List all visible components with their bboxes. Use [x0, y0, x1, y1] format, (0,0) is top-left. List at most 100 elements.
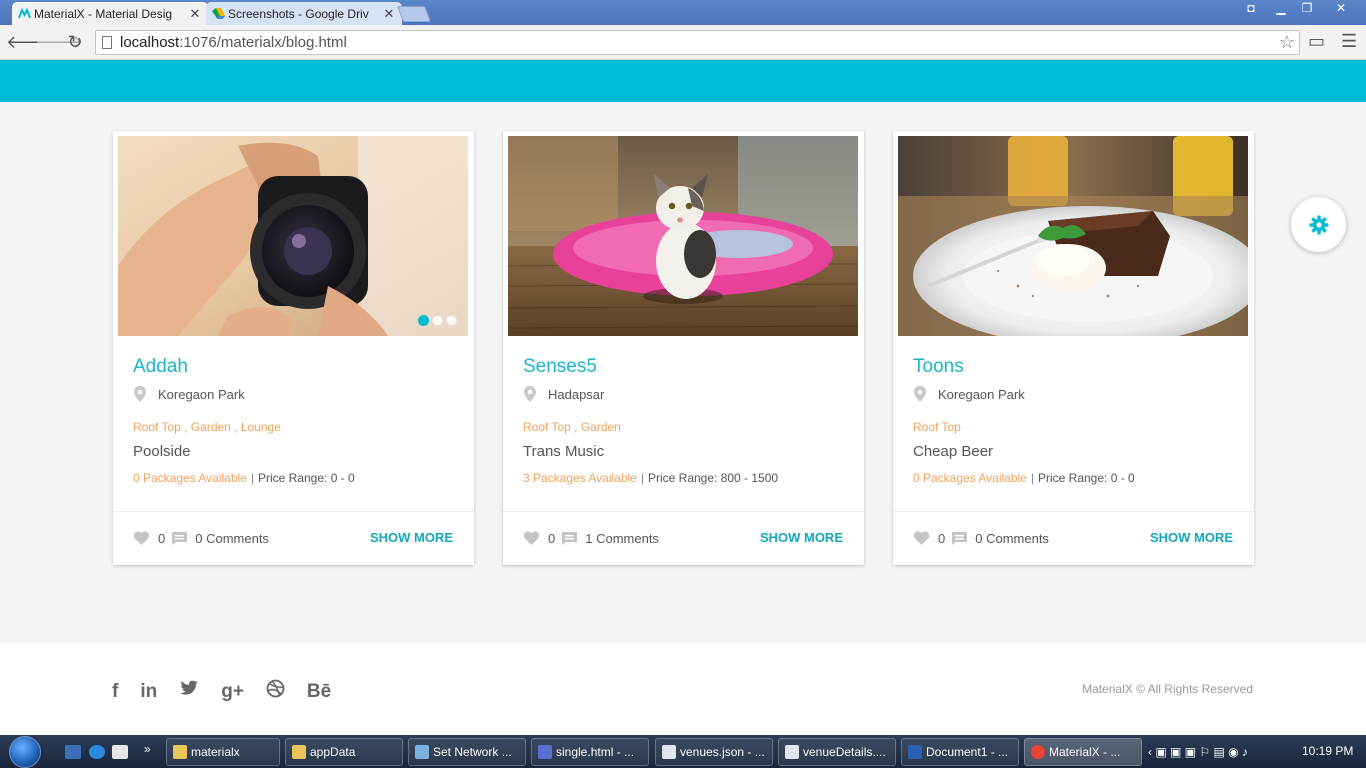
linkedin-icon[interactable]: in: [140, 681, 157, 703]
venue-tags: Roof Top , Garden: [523, 420, 621, 434]
taskbar-item-network[interactable]: Set Network ...: [408, 738, 526, 766]
new-tab-button[interactable]: [397, 6, 431, 22]
venue-subtitle: Cheap Beer: [913, 443, 994, 460]
internet-explorer-icon[interactable]: [89, 745, 105, 759]
comment-icon[interactable]: [561, 531, 578, 546]
back-icon[interactable]: 🡐: [6, 32, 54, 54]
comment-count[interactable]: 1 Comments: [585, 531, 659, 546]
card-title[interactable]: Senses5: [523, 356, 597, 378]
profile-icon[interactable]: ◘: [1238, 0, 1264, 18]
venue-card: Toons Koregaon Park Roof Top Cheap Beer …: [893, 131, 1254, 565]
minimize-button[interactable]: ▁: [1268, 0, 1294, 18]
show-more-button[interactable]: SHOW MORE: [760, 530, 843, 545]
price-range: Price Range: 0 - 0: [257, 471, 355, 485]
kitten-photo: [508, 136, 858, 336]
heart-icon[interactable]: [523, 530, 540, 546]
system-tray[interactable]: ‹ ▣ ▣ ▣ ⚐ ▤ ◉ ♪: [1148, 745, 1248, 759]
divider: [893, 511, 1254, 512]
card-title[interactable]: Addah: [133, 356, 188, 378]
task-label: MaterialX - ...: [1049, 745, 1121, 759]
venue-tags: Roof Top: [913, 420, 961, 434]
taskbar-item-document1[interactable]: Document1 - ...: [901, 738, 1019, 766]
tab-title: MaterialX - Material Desig: [34, 6, 173, 21]
packages-link[interactable]: 0 Packages Available: [913, 471, 1027, 485]
taskbar-item-venuedetails[interactable]: venueDetails....: [778, 738, 896, 766]
task-label: Document1 - ...: [926, 745, 1009, 759]
card-actions: 0 0 Comments SHOW MORE: [913, 526, 1233, 550]
facebook-icon[interactable]: f: [112, 681, 118, 703]
reload-icon[interactable]: ↻: [64, 32, 86, 54]
packages-link[interactable]: 0 Packages Available: [133, 471, 247, 485]
task-label: appData: [310, 745, 356, 759]
folder-icon: [292, 745, 306, 759]
url-host: localhost: [120, 34, 180, 51]
separator: |: [250, 471, 254, 485]
comment-count[interactable]: 0 Comments: [975, 531, 1049, 546]
card-image-cake[interactable]: [898, 136, 1248, 336]
camera-photo: [118, 136, 468, 336]
close-window-button[interactable]: ✕: [1326, 0, 1356, 18]
quicklaunch-icon[interactable]: [112, 745, 128, 759]
card-image-camera[interactable]: [118, 136, 468, 336]
carousel-dot[interactable]: [432, 315, 443, 326]
twitter-icon[interactable]: [179, 680, 199, 703]
copyright-text: MaterialX © All Rights Reserved: [1082, 682, 1253, 696]
address-bar[interactable]: localhost:1076/materialx/blog.html ☆: [95, 30, 1300, 55]
settings-button[interactable]: [1291, 197, 1346, 252]
packages-link[interactable]: 3 Packages Available: [523, 471, 637, 485]
browser-toolbar: 🡐 🡒 ↻ localhost:1076/materialx/blog.html…: [0, 25, 1366, 60]
tab-materialx[interactable]: MaterialX - Material Desig ✕: [12, 2, 208, 25]
carousel-dot[interactable]: [418, 315, 429, 326]
behance-icon[interactable]: Bē: [307, 681, 331, 703]
show-desktop-icon[interactable]: [65, 745, 81, 759]
card-title[interactable]: Toons: [913, 356, 964, 378]
package-info: 0 Packages Available | Price Range: 0 - 0: [913, 471, 1135, 485]
taskbar-item-venues-json[interactable]: venues.json - ...: [655, 738, 773, 766]
heart-icon[interactable]: [913, 530, 930, 546]
divider: [503, 511, 864, 512]
maximize-button[interactable]: ❐: [1294, 0, 1320, 18]
quicklaunch-overflow-icon[interactable]: »: [144, 742, 151, 756]
page-icon: [102, 36, 112, 49]
tab-title: Screenshots - Google Driv: [228, 6, 369, 21]
comment-icon[interactable]: [951, 531, 968, 546]
taskbar-item-chrome[interactable]: MaterialX - ...: [1024, 738, 1142, 766]
show-more-button[interactable]: SHOW MORE: [370, 530, 453, 545]
divider: [113, 511, 474, 512]
close-tab-icon[interactable]: ✕: [188, 6, 202, 22]
taskbar-item-materialx[interactable]: materialx: [166, 738, 280, 766]
taskbar-item-appdata[interactable]: appData: [285, 738, 403, 766]
heart-icon[interactable]: [133, 530, 150, 546]
start-button[interactable]: [9, 736, 41, 768]
materialx-logo-icon: [18, 7, 31, 19]
separator: |: [640, 471, 644, 485]
google-plus-icon[interactable]: g+: [221, 681, 244, 703]
url-path: :1076/materialx/blog.html: [179, 34, 347, 51]
dribbble-icon[interactable]: [266, 679, 285, 704]
notepad-icon: [785, 745, 799, 759]
venue-subtitle: Trans Music: [523, 443, 605, 460]
show-more-button[interactable]: SHOW MORE: [1150, 530, 1233, 545]
comment-count[interactable]: 0 Comments: [195, 531, 269, 546]
clock[interactable]: 10:19 PM: [1302, 744, 1353, 758]
cast-icon[interactable]: ▭: [1308, 31, 1325, 52]
card-actions: 0 0 Comments SHOW MORE: [133, 526, 453, 550]
chrome-icon: [1031, 745, 1045, 759]
location-label: Koregaon Park: [938, 386, 1025, 402]
comment-icon[interactable]: [171, 531, 188, 546]
tab-google-drive[interactable]: Screenshots - Google Driv ✕: [206, 2, 402, 25]
location-label: Koregaon Park: [158, 386, 245, 402]
forward-icon[interactable]: 🡒: [35, 32, 83, 54]
carousel-dot[interactable]: [446, 315, 457, 326]
menu-icon[interactable]: ☰: [1341, 31, 1357, 52]
card-image-kitten[interactable]: [508, 136, 858, 336]
package-info: 0 Packages Available | Price Range: 0 - 0: [133, 471, 355, 485]
bookmark-star-icon[interactable]: ☆: [1279, 31, 1295, 54]
location-pin-icon: [914, 386, 926, 402]
close-tab-icon[interactable]: ✕: [382, 6, 396, 22]
carousel-indicators: [418, 315, 457, 326]
location-pin-icon: [134, 386, 146, 402]
task-label: venues.json - ...: [680, 745, 765, 759]
taskbar-item-single-html[interactable]: single.html - ...: [531, 738, 649, 766]
cake-photo: [898, 136, 1248, 336]
